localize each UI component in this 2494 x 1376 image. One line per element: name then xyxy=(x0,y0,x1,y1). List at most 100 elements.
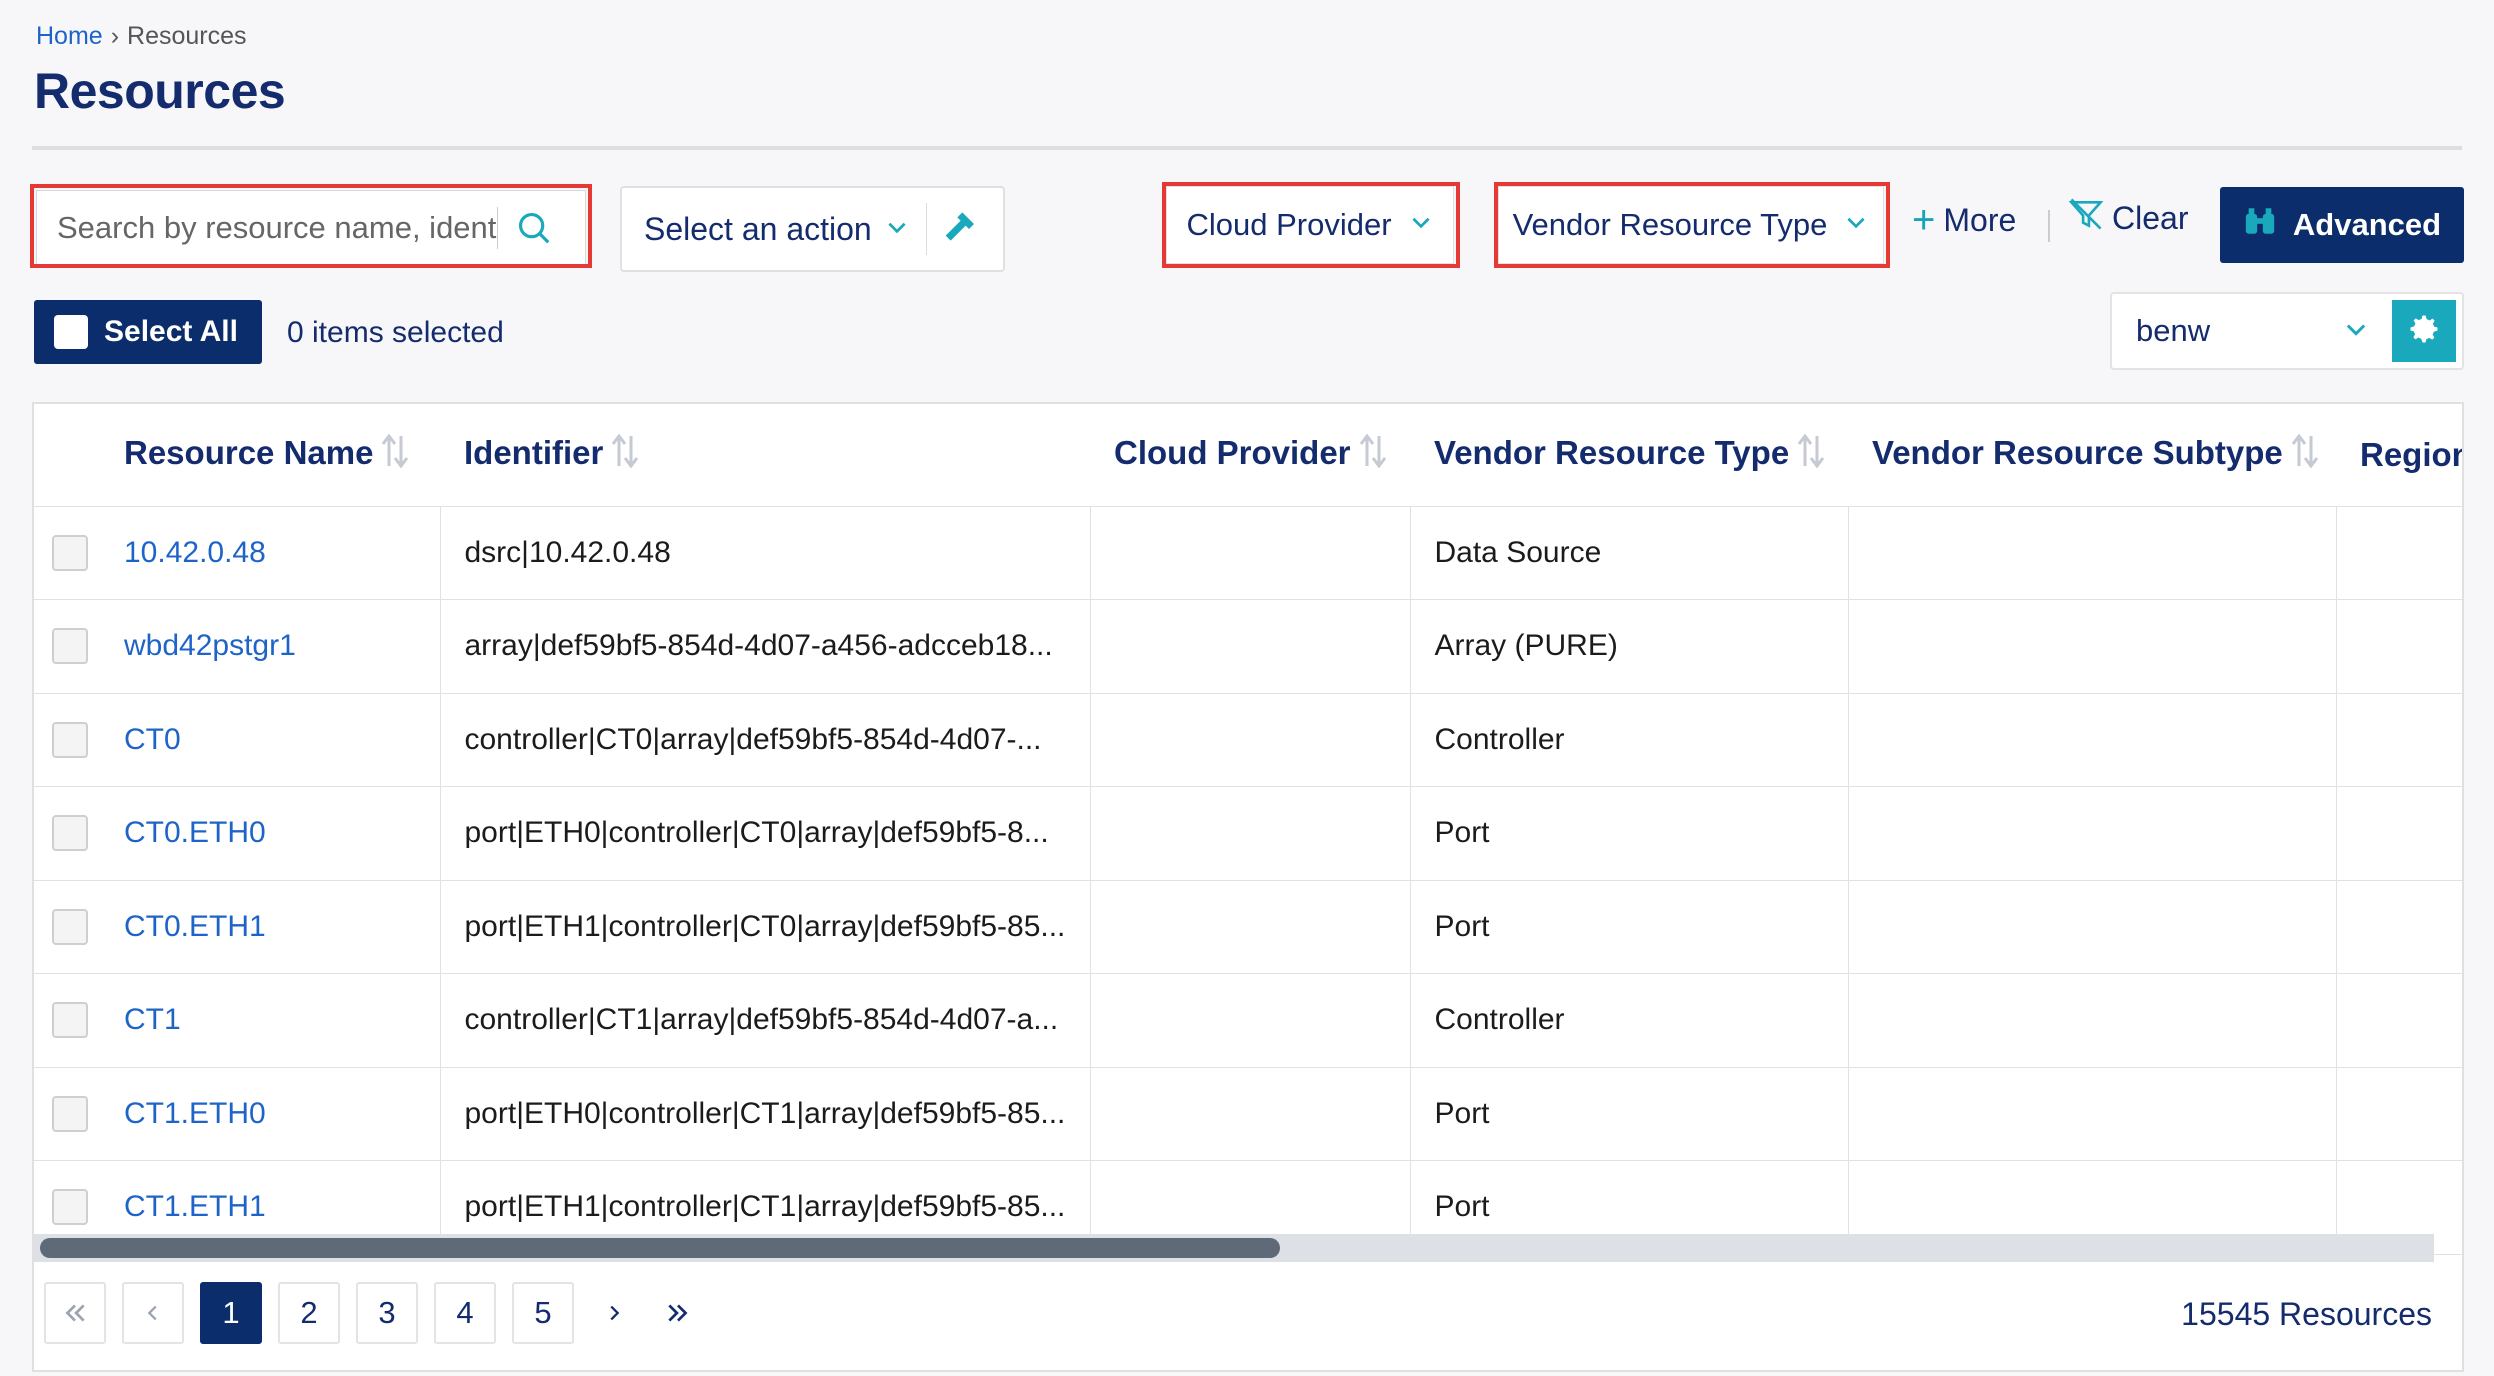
column-header-resource-name[interactable]: Resource Name xyxy=(124,404,440,507)
identifier-cell: port|ETH1|controller|CT0|array|def59bf5-… xyxy=(440,880,1091,974)
column-header-region[interactable]: Region xyxy=(2336,404,2462,507)
table-row[interactable]: CT1 controller|CT1|array|def59bf5-854d-4d… xyxy=(34,973,2462,1068)
sort-icon[interactable] xyxy=(611,433,639,476)
toolbar-divider xyxy=(2048,210,2050,242)
resource-name-link[interactable]: wbd42pstgr1 xyxy=(124,629,296,662)
table-row[interactable]: wbd42pstgr1 array|def59bf5-854d-4d07-a456… xyxy=(34,599,2462,694)
scrollbar-thumb[interactable] xyxy=(40,1238,1280,1258)
chevron-down-icon xyxy=(884,214,910,245)
breadcrumb-home-link[interactable]: Home xyxy=(36,22,103,51)
search-icon[interactable] xyxy=(498,192,570,264)
region-cell xyxy=(2336,599,2462,694)
header-check-cell xyxy=(34,404,124,507)
table-row[interactable]: CT0 controller|CT0|array|def59bf5-854d-4d… xyxy=(34,693,2462,787)
row-checkbox[interactable] xyxy=(52,1002,88,1039)
row-checkbox-cell xyxy=(34,786,124,881)
vendor-resource-subtype-cell xyxy=(1848,973,2337,1068)
table-row[interactable]: CT0.ETH1 port|ETH1|controller|CT0|array|d… xyxy=(34,880,2462,974)
cloud-provider-label: Cloud Provider xyxy=(1186,207,1392,242)
row-checkbox-cell xyxy=(34,880,124,974)
first-page-button[interactable] xyxy=(44,1282,106,1344)
vendor-resource-type-cell: Controller xyxy=(1410,973,1849,1068)
vendor-resource-subtype-cell xyxy=(1848,506,2337,600)
row-checkbox[interactable] xyxy=(52,815,88,852)
row-checkbox[interactable] xyxy=(52,721,88,758)
row-checkbox-cell xyxy=(34,599,124,694)
identifier-cell: port|ETH0|controller|CT0|array|def59bf5-… xyxy=(440,786,1091,881)
cloud-provider-cell xyxy=(1090,506,1411,600)
row-checkbox[interactable] xyxy=(52,1189,88,1226)
table-row[interactable]: CT0.ETH0 port|ETH0|controller|CT0|array|d… xyxy=(34,786,2462,881)
settings-button[interactable] xyxy=(2392,300,2456,362)
select-all-button[interactable]: Select All xyxy=(34,300,262,364)
items-selected-count: 0 items selected xyxy=(287,316,504,349)
page-button-1[interactable]: 1 xyxy=(200,1282,262,1344)
vendor-resource-type-cell: Port xyxy=(1410,786,1849,881)
resource-name-link[interactable]: CT0 xyxy=(124,723,181,756)
advanced-label: Advanced xyxy=(2292,207,2442,242)
vendor-resource-type-cell: Controller xyxy=(1410,693,1849,787)
cloud-provider-cell xyxy=(1090,973,1411,1068)
resource-name-link[interactable]: CT0.ETH0 xyxy=(124,816,266,849)
sort-icon[interactable] xyxy=(381,433,409,476)
vendor-resource-type-cell: Array (PURE) xyxy=(1410,599,1849,694)
resource-name-link[interactable]: CT1.ETH0 xyxy=(124,1097,266,1130)
user-select-value: benw xyxy=(2136,313,2211,348)
select-all-label: Select All xyxy=(104,315,238,348)
cloud-provider-cell xyxy=(1090,599,1411,694)
row-checkbox[interactable] xyxy=(52,1095,88,1132)
last-page-button[interactable] xyxy=(654,1282,702,1344)
vendor-resource-type-label: Vendor Resource Type xyxy=(1512,207,1828,242)
vendor-resource-type-cell: Port xyxy=(1410,880,1849,974)
binoculars-icon xyxy=(2243,205,2277,245)
sort-icon[interactable] xyxy=(2291,433,2319,476)
vendor-resource-subtype-cell xyxy=(1848,693,2337,787)
search-input[interactable] xyxy=(37,210,497,246)
resource-name-link[interactable]: 10.42.0.48 xyxy=(124,536,266,569)
table-row[interactable]: CT1.ETH0 port|ETH0|controller|CT1|array|d… xyxy=(34,1067,2462,1161)
region-cell xyxy=(2336,880,2462,974)
column-header-cloud-provider[interactable]: Cloud Provider xyxy=(1090,404,1410,507)
column-header-vendor-resource-subtype[interactable]: Vendor Resource Subtype xyxy=(1848,404,2336,507)
prev-page-button[interactable] xyxy=(122,1282,184,1344)
identifier-cell: controller|CT1|array|def59bf5-854d-4d07-… xyxy=(440,973,1091,1068)
hammer-icon[interactable] xyxy=(927,209,991,249)
select-all-checkbox[interactable] xyxy=(54,315,88,349)
advanced-search-button[interactable]: Advanced xyxy=(2220,187,2464,263)
resource-name-link[interactable]: CT1 xyxy=(124,1003,181,1036)
resource-name-link[interactable]: CT0.ETH1 xyxy=(124,910,266,943)
table-row[interactable]: 10.42.0.48 dsrc|10.42.0.48 Data Source xyxy=(34,506,2462,600)
vendor-resource-type-cell: Data Source xyxy=(1410,506,1849,600)
sort-icon[interactable] xyxy=(1797,433,1825,476)
vendor-resource-type-filter[interactable]: Vendor Resource Type xyxy=(1498,186,1884,264)
page-button-5[interactable]: 5 xyxy=(512,1282,574,1344)
page-button-2[interactable]: 2 xyxy=(278,1282,340,1344)
more-filters-button[interactable]: + More xyxy=(1912,198,2016,243)
page-button-4[interactable]: 4 xyxy=(434,1282,496,1344)
region-cell xyxy=(2336,693,2462,787)
identifier-cell: controller|CT0|array|def59bf5-854d-4d07-… xyxy=(440,693,1091,787)
clear-filters-button[interactable]: Clear xyxy=(2068,198,2188,238)
column-header-vendor-resource-type[interactable]: Vendor Resource Type xyxy=(1410,404,1848,507)
resource-name-cell: CT0.ETH0 xyxy=(124,786,441,881)
resource-name-cell: wbd42pstgr1 xyxy=(124,599,441,694)
resource-name-link[interactable]: CT1.ETH1 xyxy=(124,1190,266,1223)
region-cell xyxy=(2336,1067,2462,1161)
row-checkbox[interactable] xyxy=(52,908,88,945)
clear-label: Clear xyxy=(2112,199,2189,236)
sort-icon[interactable] xyxy=(1359,433,1387,476)
next-page-button[interactable] xyxy=(590,1282,638,1344)
column-header-identifier[interactable]: Identifier xyxy=(440,404,1090,507)
row-checkbox[interactable] xyxy=(52,628,88,665)
breadcrumb: Home › Resources xyxy=(36,22,247,51)
cloud-provider-filter[interactable]: Cloud Provider xyxy=(1166,186,1454,264)
cloud-provider-cell xyxy=(1090,880,1411,974)
pagination: 1 2 3 4 5 xyxy=(44,1282,702,1344)
page-button-3[interactable]: 3 xyxy=(356,1282,418,1344)
user-select[interactable]: benw xyxy=(2110,292,2464,370)
row-checkbox[interactable] xyxy=(52,534,88,571)
chevron-down-icon xyxy=(2342,315,2370,348)
action-select[interactable]: Select an action xyxy=(620,186,1005,272)
row-checkbox-cell xyxy=(34,506,124,600)
filter-clear-icon xyxy=(2068,198,2104,238)
